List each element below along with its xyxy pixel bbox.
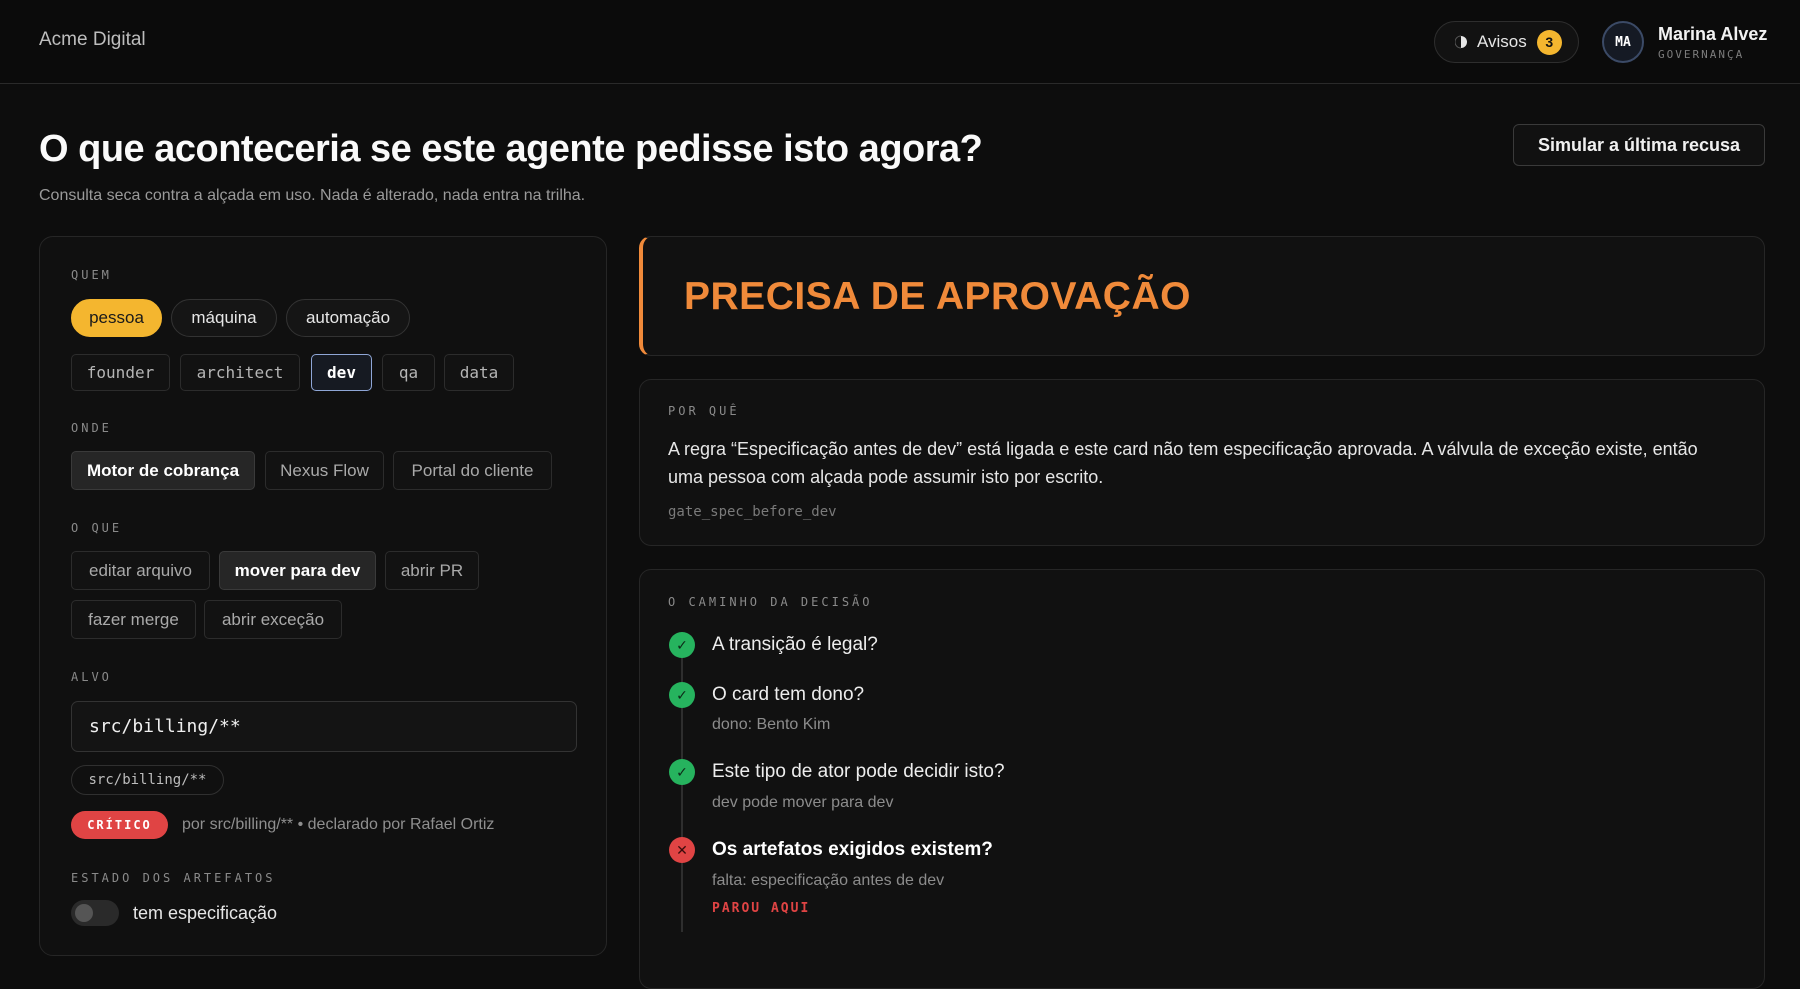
verdict-card: PRECISA DE APROVAÇÃO: [639, 236, 1765, 356]
target-section-label: ALVO: [71, 670, 112, 684]
criticality-badge: CRÍTICO: [71, 811, 168, 839]
notifications-button[interactable]: Avisos 3: [1434, 21, 1579, 63]
toggle-knob: [75, 904, 93, 922]
check-icon: ✓: [669, 632, 695, 658]
has-spec-toggle-label: tem especificação: [133, 903, 278, 923]
actor-type-maquina[interactable]: máquina: [171, 299, 277, 337]
decision-path-card: O CAMINHO DA DECISÃO ✓ A transição é leg…: [639, 569, 1765, 989]
user-name: Marina Alvez: [1658, 24, 1768, 44]
artifacts-section-label: ESTADO DOS ARTEFATOS: [71, 871, 276, 885]
simulate-last-refusal-button[interactable]: Simular a última recusa: [1513, 124, 1765, 166]
role-founder[interactable]: founder: [71, 354, 170, 391]
action-editar-arquivo[interactable]: editar arquivo: [71, 551, 210, 590]
rule-id: gate_spec_before_dev: [668, 504, 837, 520]
verdict-text: PRECISA DE APROVAÇÃO: [684, 275, 1191, 318]
stopped-here-label: PAROU AQUI: [712, 901, 811, 916]
target-input[interactable]: src/billing/**: [71, 701, 577, 752]
avatar[interactable]: MA: [1602, 21, 1644, 63]
has-spec-toggle[interactable]: [71, 900, 119, 926]
action-abrir-pr[interactable]: abrir PR: [385, 551, 479, 590]
role-qa[interactable]: qa: [382, 354, 435, 391]
who-section-label: QUEM: [71, 268, 112, 282]
decision-path-label: O CAMINHO DA DECISÃO: [668, 595, 873, 609]
user-role: GOVERNANÇA: [1658, 48, 1745, 61]
step-question: O card tem dono?: [712, 684, 865, 705]
check-icon: ✓: [669, 759, 695, 785]
project-portal-do-cliente[interactable]: Portal do cliente: [393, 451, 552, 490]
what-section-label: O QUE: [71, 521, 123, 535]
top-bar: Acme Digital Avisos 3 MA Marina Alvez GO…: [0, 0, 1800, 84]
role-data[interactable]: data: [444, 354, 514, 391]
criticality-note: por src/billing/** • declarado por Rafae…: [182, 816, 495, 833]
project-nexus-flow[interactable]: Nexus Flow: [265, 451, 384, 490]
page-title: O que aconteceria se este agente pedisse…: [39, 128, 983, 170]
why-text: A regra “Especificação antes de dev” est…: [668, 439, 1698, 487]
notifications-count-badge: 3: [1536, 29, 1562, 55]
step-question: Este tipo de ator pode decidir isto?: [712, 761, 1005, 782]
role-dev[interactable]: dev: [311, 354, 372, 391]
why-section-label: POR QUÊ: [668, 404, 740, 418]
query-form-panel: QUEM pessoa máquina automação founder ar…: [39, 236, 607, 956]
where-section-label: ONDE: [71, 421, 112, 435]
project-motor-de-cobranca[interactable]: Motor de cobrança: [71, 451, 255, 490]
target-suggestion-chip[interactable]: src/billing/**: [71, 765, 224, 795]
step-question: A transição é legal?: [712, 634, 878, 655]
brand-name[interactable]: Acme Digital: [39, 29, 146, 51]
step-detail: dev pode mover para dev: [712, 794, 894, 811]
page-subtitle: Consulta seca contra a alçada em uso. Na…: [39, 187, 586, 204]
action-mover-para-dev[interactable]: mover para dev: [219, 551, 376, 590]
notifications-label: Avisos: [1477, 32, 1527, 51]
action-abrir-excecao[interactable]: abrir exceção: [204, 600, 342, 639]
check-icon: ✓: [669, 682, 695, 708]
role-architect[interactable]: architect: [180, 354, 300, 391]
action-fazer-merge[interactable]: fazer merge: [71, 600, 196, 639]
why-card: POR QUÊ A regra “Especificação antes de …: [639, 379, 1765, 546]
actor-type-automacao[interactable]: automação: [286, 299, 410, 337]
half-moon-icon: [1454, 35, 1467, 49]
x-icon: ✕: [669, 837, 695, 863]
actor-type-pessoa[interactable]: pessoa: [71, 299, 162, 337]
step-question: Os artefatos exigidos existem?: [712, 839, 993, 860]
step-detail: falta: especificação antes de dev: [712, 872, 945, 889]
step-detail: dono: Bento Kim: [712, 716, 831, 733]
